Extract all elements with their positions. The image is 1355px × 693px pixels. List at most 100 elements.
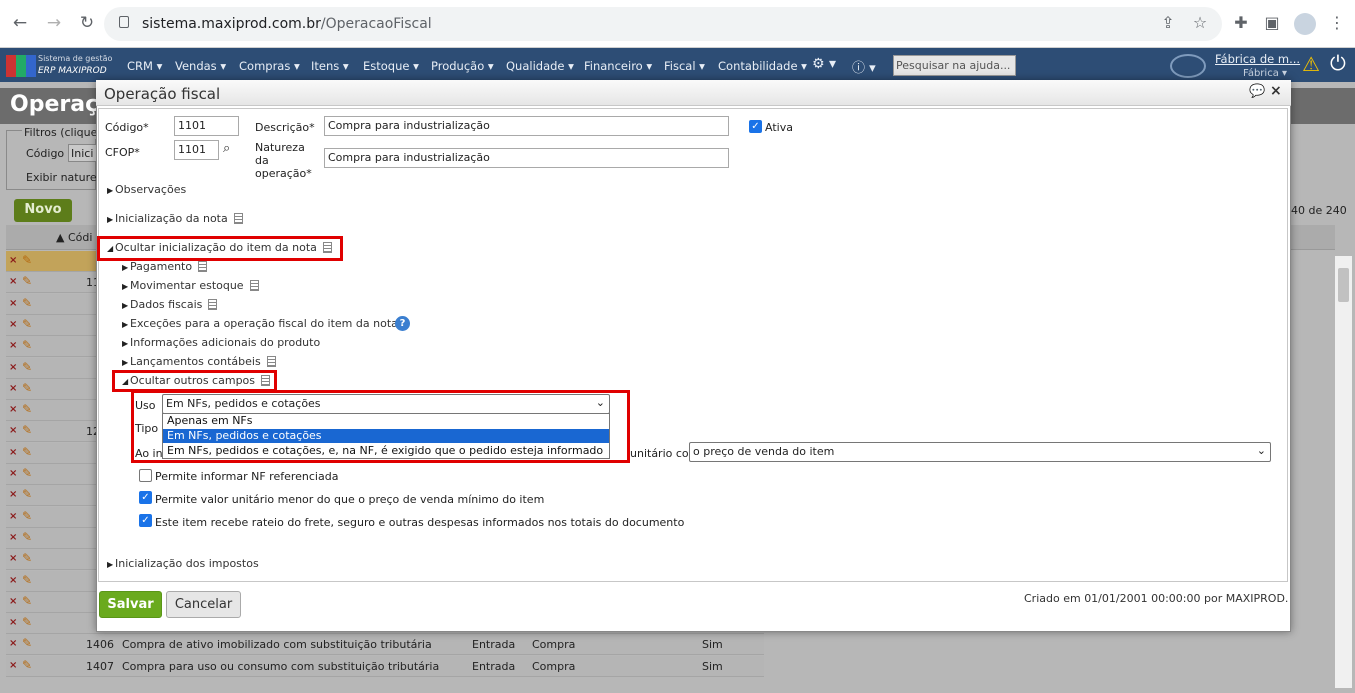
settings-gear-icon[interactable]: ⚙ ▾ (812, 56, 836, 72)
delete-row-icon[interactable]: × (9, 660, 17, 671)
delete-row-icon[interactable]: × (9, 340, 17, 351)
help-question-icon[interactable]: ? (395, 316, 410, 331)
dialog-close-icon[interactable]: × (1270, 83, 1282, 99)
edit-row-icon[interactable]: ✎ (22, 296, 32, 310)
uso-option-apenas-nfs[interactable]: Apenas em NFs (163, 414, 609, 428)
edit-row-icon[interactable]: ✎ (22, 658, 32, 672)
menu-qualidade[interactable]: Qualidade ▾ (506, 59, 574, 73)
edit-row-icon[interactable]: ✎ (22, 381, 32, 395)
edit-row-icon[interactable]: ✎ (22, 466, 32, 480)
delete-row-icon[interactable]: × (9, 638, 17, 649)
warning-icon[interactable]: ⚠ (1302, 52, 1320, 76)
menu-vendas[interactable]: Vendas ▾ (175, 59, 226, 73)
delete-row-icon[interactable]: × (9, 425, 17, 436)
menu-estoque[interactable]: Estoque ▾ (363, 59, 419, 73)
share-icon[interactable]: ⇪ (1158, 13, 1178, 32)
edit-row-icon[interactable]: ✎ (22, 573, 32, 587)
sidepanel-icon[interactable]: ▣ (1262, 13, 1282, 32)
novo-button[interactable]: Novo (14, 199, 72, 222)
delete-row-icon[interactable]: × (9, 362, 17, 373)
uso-option-exige-pedido[interactable]: Em NFs, pedidos e cotações, e, na NF, é … (163, 444, 609, 458)
rateio-checkbox[interactable]: ✓ (139, 514, 152, 527)
section-informacoes-adicionais[interactable]: ▶ Informações adicionais do produto (122, 336, 320, 349)
valor-menor-checkbox[interactable]: ✓ (139, 491, 152, 504)
cancelar-button[interactable]: Cancelar (166, 591, 241, 618)
section-inicializacao-nota[interactable]: ▶ Inicialização da nota (107, 212, 243, 225)
edit-row-icon[interactable]: ✎ (22, 551, 32, 565)
delete-row-icon[interactable]: × (9, 511, 17, 522)
menu-financeiro[interactable]: Financeiro ▾ (584, 59, 652, 73)
edit-row-icon[interactable]: ✎ (22, 317, 32, 331)
help-search-input[interactable]: Pesquisar na ajuda... (893, 55, 1016, 76)
uso-option-nfs-pedidos-cotacoes[interactable]: Em NFs, pedidos e cotações (163, 429, 609, 443)
company-subtitle[interactable]: Fábrica ▾ (1243, 68, 1287, 79)
section-movimentar-estoque[interactable]: ▶ Movimentar estoque (122, 279, 259, 292)
edit-row-icon[interactable]: ✎ (22, 402, 32, 416)
reload-icon[interactable]: ↻ (76, 12, 98, 34)
delete-row-icon[interactable]: × (9, 255, 17, 266)
edit-row-icon[interactable]: ✎ (22, 594, 32, 608)
company-name-link[interactable]: Fábrica de m... (1215, 52, 1300, 66)
menu-compras[interactable]: Compras ▾ (239, 59, 300, 73)
chat-bubble-icon[interactable] (1170, 54, 1206, 78)
edit-row-icon[interactable]: ✎ (22, 274, 32, 288)
menu-fiscal[interactable]: Fiscal ▾ (664, 59, 705, 73)
back-icon[interactable]: ← (9, 12, 31, 34)
delete-row-icon[interactable]: × (9, 276, 17, 287)
star-icon[interactable]: ☆ (1190, 13, 1210, 32)
filter-code-input[interactable]: Inici (68, 144, 98, 162)
menu-producao[interactable]: Produção ▾ (431, 59, 494, 73)
delete-row-icon[interactable]: × (9, 596, 17, 607)
col-header-codigo[interactable]: ▲ Códi (56, 231, 92, 244)
edit-row-icon[interactable]: ✎ (22, 338, 32, 352)
cfop-input[interactable]: 1101 (174, 140, 219, 160)
table-row[interactable]: × ✎ 1406 Compra de ativo imobilizado com su… (6, 634, 764, 656)
section-ocultar-inicializacao-item[interactable]: ◢ Ocultar inicialização do item da nota (107, 241, 332, 254)
table-row[interactable]: × ✎ 1407 Compra para uso ou consumo com sub… (6, 655, 764, 677)
menu-contabilidade[interactable]: Contabilidade ▾ (718, 59, 807, 73)
more-menu-icon[interactable]: ⋮ (1327, 13, 1347, 32)
help-icon[interactable]: ⓘ ▾ (852, 57, 876, 76)
delete-row-icon[interactable]: × (9, 319, 17, 330)
delete-row-icon[interactable]: × (9, 383, 17, 394)
delete-row-icon[interactable]: × (9, 617, 17, 628)
section-observacoes[interactable]: ▶ Observações (107, 183, 186, 196)
scrollbar-thumb[interactable] (1338, 268, 1349, 302)
preco-select[interactable]: o preço de venda do item ⌄ (689, 442, 1271, 462)
menu-itens[interactable]: Itens ▾ (311, 59, 349, 73)
section-pagamento[interactable]: ▶ Pagamento (122, 260, 208, 273)
edit-row-icon[interactable]: ✎ (22, 360, 32, 374)
logout-icon[interactable]: ⏻ (1330, 51, 1346, 75)
section-excecoes[interactable]: ▶ Exceções para a operação fiscal do item… (122, 317, 398, 330)
dialog-comment-icon[interactable]: 💬 (1249, 84, 1265, 99)
ativa-checkbox[interactable]: ✓ (749, 120, 762, 133)
cfop-search-icon[interactable]: ⌕ (223, 141, 230, 156)
edit-row-icon[interactable]: ✎ (22, 487, 32, 501)
forward-icon[interactable]: → (43, 12, 65, 34)
descricao-input[interactable]: Compra para industrialização (324, 116, 729, 136)
uso-select[interactable]: Em NFs, pedidos e cotações ⌄ (162, 394, 610, 414)
edit-row-icon[interactable]: ✎ (22, 253, 32, 267)
delete-row-icon[interactable]: × (9, 489, 17, 500)
extensions-icon[interactable]: ✚ (1231, 13, 1251, 32)
edit-row-icon[interactable]: ✎ (22, 423, 32, 437)
nf-referenciada-checkbox[interactable] (139, 469, 152, 482)
natureza-input[interactable]: Compra para industrialização (324, 148, 729, 168)
profile-avatar[interactable] (1294, 13, 1316, 35)
section-lancamentos-contabeis[interactable]: ▶ Lançamentos contábeis (122, 355, 276, 368)
salvar-button[interactable]: Salvar (99, 591, 162, 618)
delete-row-icon[interactable]: × (9, 404, 17, 415)
delete-row-icon[interactable]: × (9, 468, 17, 479)
page-scrollbar[interactable] (1335, 256, 1352, 688)
delete-row-icon[interactable]: × (9, 575, 17, 586)
delete-row-icon[interactable]: × (9, 447, 17, 458)
edit-row-icon[interactable]: ✎ (22, 636, 32, 650)
delete-row-icon[interactable]: × (9, 553, 17, 564)
menu-crm[interactable]: CRM ▾ (127, 59, 162, 73)
edit-row-icon[interactable]: ✎ (22, 615, 32, 629)
codigo-input[interactable]: 1101 (174, 116, 239, 136)
edit-row-icon[interactable]: ✎ (22, 509, 32, 523)
delete-row-icon[interactable]: × (9, 298, 17, 309)
section-ocultar-outros-campos[interactable]: ◢ Ocultar outros campos (122, 374, 271, 387)
edit-row-icon[interactable]: ✎ (22, 445, 32, 459)
